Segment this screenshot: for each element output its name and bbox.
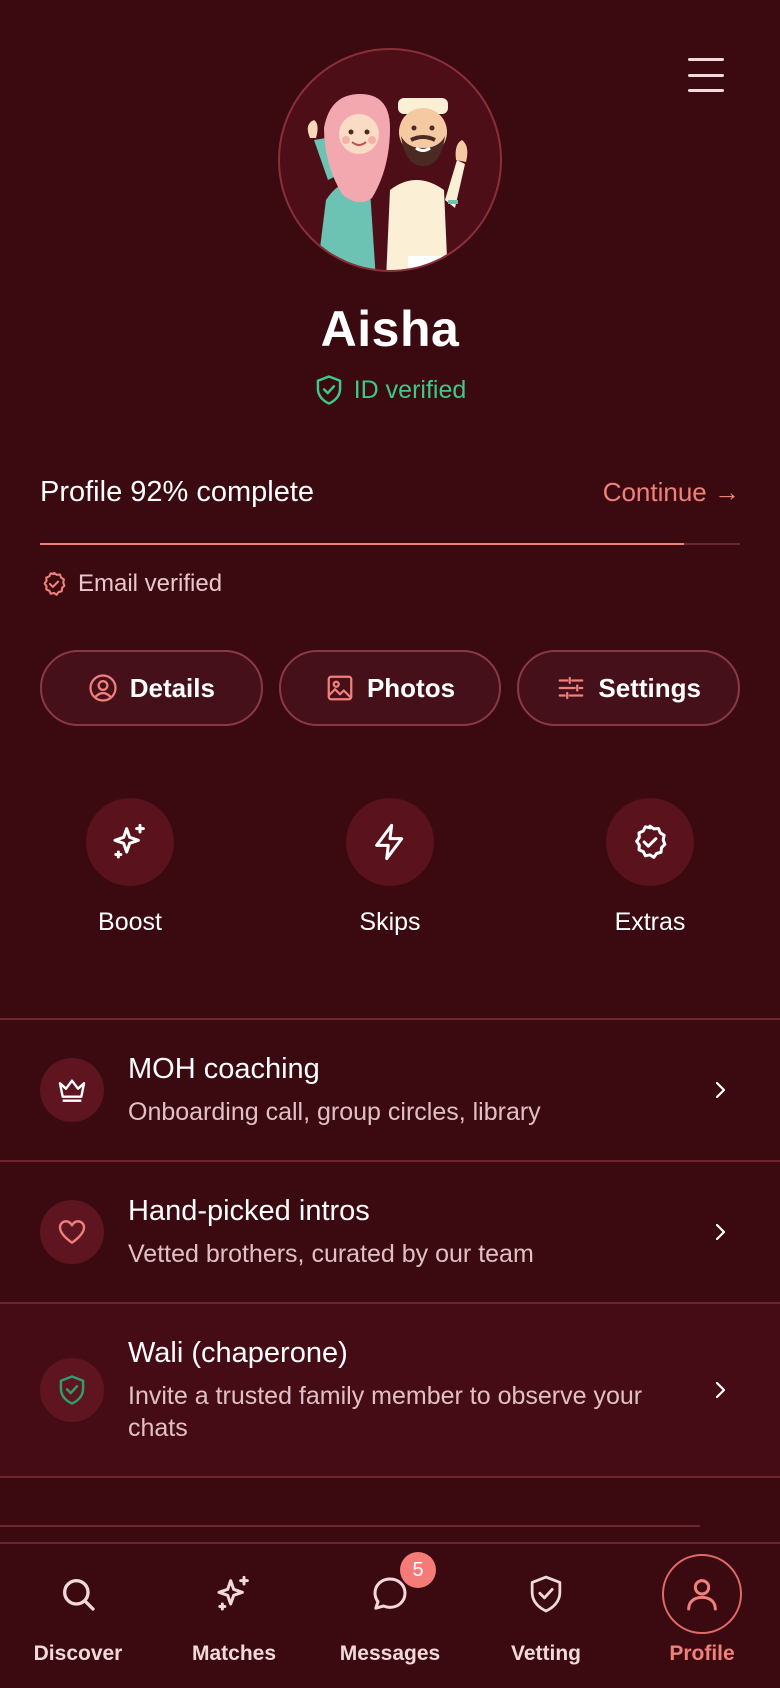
- nav-messages[interactable]: 5 Messages: [312, 1544, 468, 1688]
- lightning-icon: [375, 823, 404, 861]
- nav-label: Messages: [339, 1642, 441, 1665]
- extras-label: Extras: [614, 908, 686, 936]
- list-item-title: Wali (chaperone): [128, 1336, 348, 1369]
- details-button[interactable]: Details: [40, 650, 263, 726]
- boost-label: Boost: [98, 908, 162, 936]
- profile-name: Aisha: [320, 301, 460, 357]
- user-circle-icon: [89, 674, 117, 702]
- list-item-moh-coaching[interactable]: MOH coaching Onboarding call, group circ…: [0, 1018, 780, 1160]
- email-verified-label: Email verified: [78, 570, 223, 597]
- chevron-right-icon: [715, 1081, 726, 1099]
- list-item-title: MOH coaching: [128, 1052, 320, 1085]
- badge-check-icon: [43, 571, 66, 596]
- shield-check-icon: [59, 1375, 85, 1405]
- nav-label: Profile: [669, 1642, 735, 1665]
- profile-progress-bar: [40, 543, 740, 545]
- profile-progress-fill: [40, 543, 684, 545]
- sliders-icon: [559, 676, 584, 700]
- badge-check-icon: [635, 824, 667, 859]
- features-list: MOH coaching Onboarding call, group circ…: [0, 1018, 780, 1478]
- heart-icon: [58, 1220, 86, 1244]
- details-label: Details: [129, 672, 215, 703]
- nav-discover[interactable]: Discover: [0, 1544, 156, 1688]
- list-item-subtitle: Onboarding call, group circles, library: [128, 1097, 541, 1126]
- skips-button[interactable]: Skips: [260, 798, 520, 937]
- nav-label: Discover: [33, 1642, 123, 1665]
- sparkles-icon: [217, 1575, 249, 1611]
- list-item-hand-picked-intros[interactable]: Hand-picked intros Vetted brothers, cura…: [0, 1160, 780, 1302]
- shield-check-icon: [316, 375, 342, 405]
- chevron-right-icon: [715, 1381, 726, 1399]
- divider: [0, 1525, 700, 1527]
- list-item-wali-chaperone[interactable]: Wali (chaperone) Invite a trusted family…: [0, 1302, 780, 1478]
- boost-button[interactable]: Boost: [0, 798, 260, 937]
- list-item-subtitle: Vetted brothers, curated by our team: [128, 1239, 534, 1268]
- nav-matches[interactable]: Matches: [156, 1544, 312, 1688]
- id-verified-badge: ID verified: [0, 374, 780, 406]
- nav-profile[interactable]: Profile: [624, 1544, 780, 1688]
- image-icon: [327, 675, 353, 701]
- photos-label: Photos: [366, 672, 456, 703]
- nav-label: Vetting: [510, 1642, 581, 1665]
- skips-label: Skips: [359, 908, 421, 936]
- sparkles-icon: [113, 823, 145, 859]
- crown-icon: [58, 1079, 86, 1102]
- avatar[interactable]: [278, 48, 502, 272]
- id-verified-label: ID verified: [353, 375, 467, 404]
- email-verified-status: Email verified: [40, 570, 222, 598]
- settings-button[interactable]: Settings: [517, 650, 741, 726]
- nav-vetting[interactable]: Vetting: [468, 1544, 624, 1688]
- profile-progress-title: Profile 92% complete: [40, 476, 315, 508]
- nav-label: Matches: [191, 1642, 277, 1665]
- continue-link[interactable]: Continue →: [603, 477, 740, 508]
- settings-label: Settings: [598, 672, 701, 703]
- photos-button[interactable]: Photos: [278, 650, 502, 726]
- extras-button[interactable]: Extras: [520, 798, 780, 937]
- bottom-nav: Discover Matches 5 Messages Vetting Prof…: [0, 1542, 780, 1688]
- search-icon: [63, 1579, 95, 1611]
- chevron-right-icon: [715, 1223, 726, 1241]
- unread-badge: 5: [400, 1552, 436, 1588]
- shield-check-icon: [530, 1575, 562, 1613]
- user-icon: [687, 1579, 717, 1611]
- list-item-title: Hand-picked intros: [128, 1194, 370, 1227]
- list-item-subtitle: Invite a trusted family member to observ…: [128, 1381, 643, 1442]
- menu-icon[interactable]: [688, 58, 724, 92]
